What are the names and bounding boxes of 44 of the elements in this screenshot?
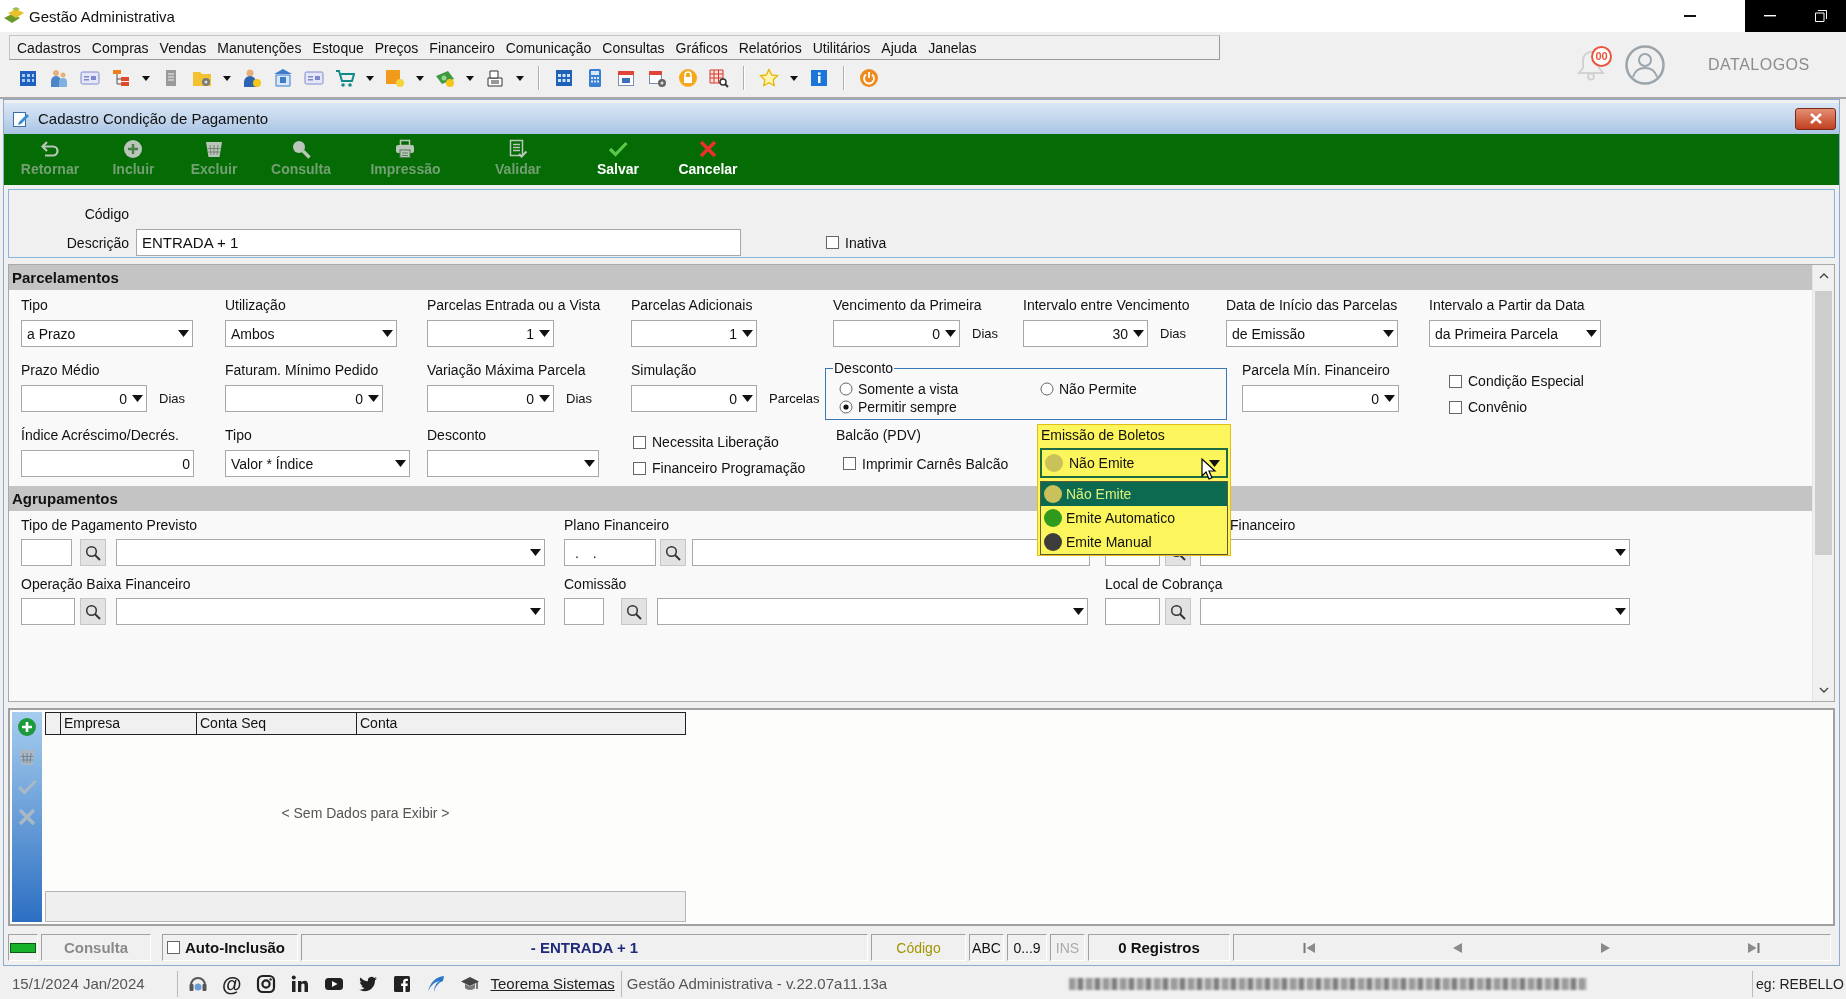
field-label: Variação Máxima Parcela bbox=[427, 361, 586, 380]
empty-message: < Sem Dados para Exibir > bbox=[281, 805, 450, 821]
field-label: Intervalo entre Vencimento bbox=[1023, 296, 1190, 315]
user-name: DATALOGOS bbox=[1708, 55, 1810, 74]
field-label: Parcelas Entrada ou a Vista bbox=[427, 296, 601, 315]
date-text: 15/1/2024 Jan/2024 bbox=[12, 975, 146, 992]
unit-label: Parcelas bbox=[769, 391, 820, 406]
field-label: Plano Financeiro bbox=[564, 516, 670, 535]
field-label: Tipo de Pagamento Previsto bbox=[21, 516, 198, 535]
record-count: 0 Registros bbox=[1088, 934, 1230, 961]
group-label: Desconto bbox=[833, 360, 895, 376]
user-text: eg: REBELLO bbox=[1756, 975, 1845, 992]
field-label: Simulação bbox=[631, 361, 697, 380]
field-label: Descrição bbox=[66, 234, 129, 251]
field-label: Prazo Médio bbox=[21, 361, 100, 380]
field-label: Parcelas Adicionais bbox=[631, 296, 753, 315]
field-label: Vencimento da Primeira bbox=[833, 296, 982, 315]
field-label: Utilização bbox=[225, 296, 286, 315]
field-label: Intervalo a Partir da Data bbox=[1429, 296, 1585, 315]
version-text: Gestão Administrativa - v.22.07a11.13a bbox=[620, 970, 888, 997]
notification-badge: 00 bbox=[1591, 45, 1612, 67]
field-label: Tipo bbox=[21, 296, 48, 315]
field-label: Índice Acréscimo/Decrés. bbox=[21, 426, 179, 445]
field-label: Parcela Mín. Financeiro bbox=[1242, 361, 1390, 380]
field-label: Comissão bbox=[564, 575, 627, 594]
unit-label: Dias bbox=[159, 391, 185, 406]
field-label: Local de Cobrança bbox=[1105, 575, 1223, 594]
window-title: Gestão Administrativa bbox=[29, 7, 175, 25]
unit-label: Dias bbox=[972, 326, 998, 341]
field-label: Financeiro bbox=[1230, 516, 1296, 535]
field-label: Faturam. Mínimo Pedido bbox=[225, 361, 379, 380]
form-title: Cadastro Condição de Pagamento bbox=[38, 110, 269, 127]
record-field: - ENTRADA + 1 bbox=[301, 934, 868, 961]
field-label: Balcão (PDV) bbox=[836, 426, 921, 445]
field-label: Desconto bbox=[427, 426, 487, 445]
field-label: Emissão de Boletos bbox=[1040, 426, 1166, 445]
unit-label: Dias bbox=[1160, 326, 1186, 341]
field-label: Tipo bbox=[225, 426, 252, 445]
field-label: Data de Início das Parcelas bbox=[1226, 296, 1398, 315]
mode-field: Consulta bbox=[41, 934, 151, 961]
field-label: Código bbox=[84, 205, 129, 222]
field-label: Operação Baixa Financeiro bbox=[21, 575, 191, 594]
section-header: Parcelamentos bbox=[9, 265, 1812, 290]
unit-label: Dias bbox=[566, 391, 592, 406]
